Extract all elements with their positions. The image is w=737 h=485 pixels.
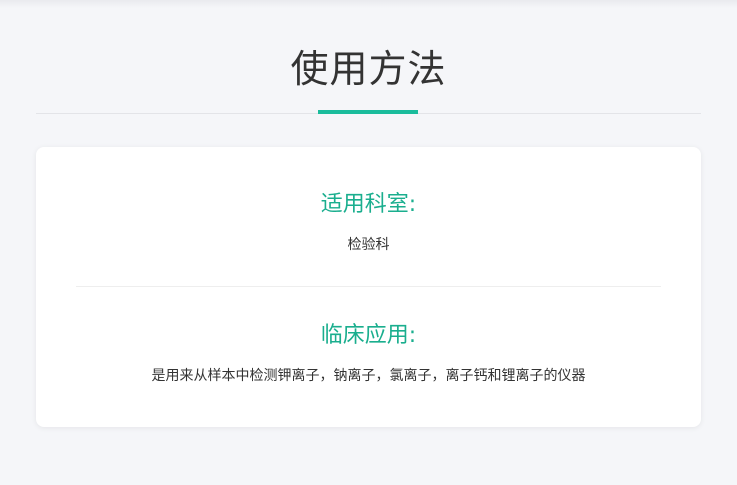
clinical-application-heading: 临床应用: bbox=[320, 323, 417, 348]
clinical-application-text: 是用来从样本中检测钾离子，钠离子，氯离子，离子钙和锂离子的仪器 bbox=[151, 368, 586, 384]
usage-card: 适用科室: 检验科 临床应用: 是用来从样本中检测钾离子，钠离子，氯离子，离子钙… bbox=[36, 147, 701, 427]
section-divider bbox=[76, 286, 661, 287]
title-accent-bar bbox=[318, 110, 418, 114]
page-title: 使用方法 bbox=[290, 47, 447, 91]
department-text: 检验科 bbox=[347, 237, 390, 253]
department-heading: 适用科室: bbox=[320, 192, 417, 217]
page-header: 使用方法 bbox=[36, 0, 701, 115]
